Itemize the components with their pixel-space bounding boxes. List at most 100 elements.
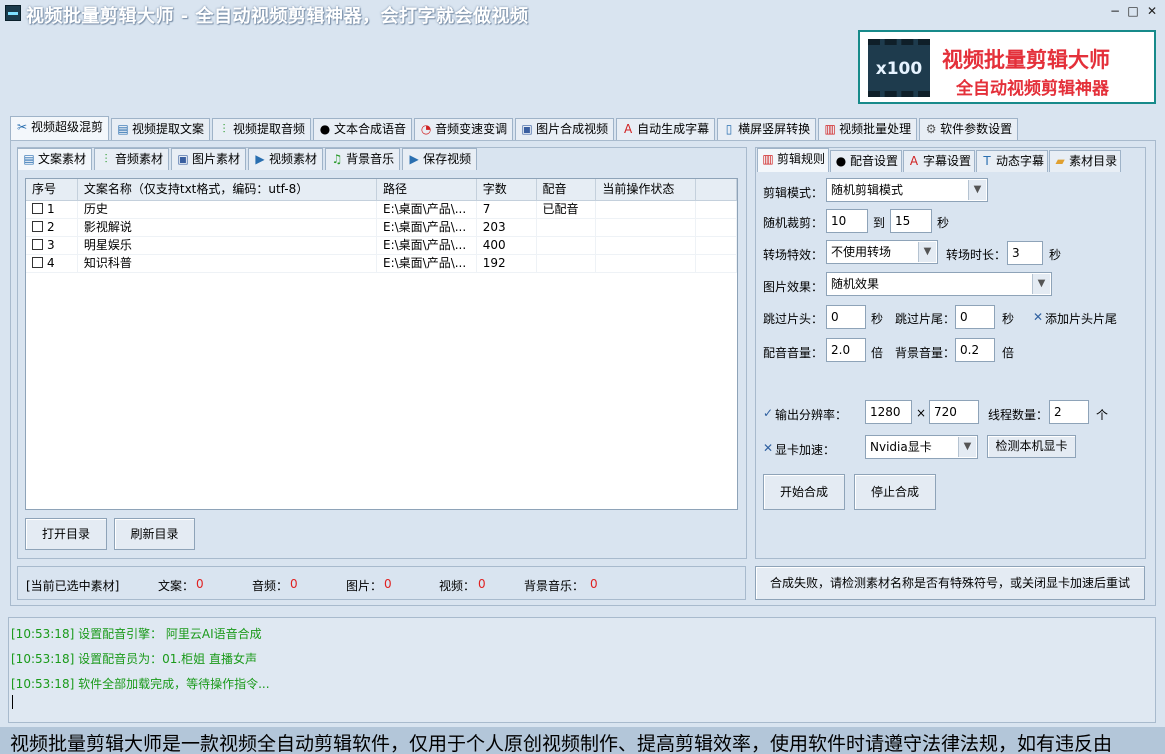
tab-text-to-speech[interactable]: ● 文本合成语音 <box>313 118 413 140</box>
tab-batch-process[interactable]: ▥ 视频批量处理 <box>818 118 918 140</box>
gpu-select[interactable]: Nvidia显卡 ▼ <box>865 435 978 459</box>
tab-bgm[interactable]: ♫ 背景音乐 <box>325 148 401 170</box>
dropdown-arrow-icon[interactable]: ▼ <box>958 437 976 457</box>
row-dub: 已配音 <box>537 201 597 219</box>
dropdown-arrow-icon[interactable]: ▼ <box>918 242 936 262</box>
close-button[interactable]: ✕ <box>1144 3 1160 19</box>
row-count: 400 <box>477 237 537 255</box>
app-icon <box>5 5 21 21</box>
microphone-icon: ● <box>835 154 847 168</box>
image-effect-label: 图片效果： <box>763 280 824 294</box>
tab-screen-rotate[interactable]: ▯ 横屏竖屏转换 <box>717 118 817 140</box>
subtitle-icon: A <box>623 122 633 136</box>
title-bar: 视频批量剪辑大师 - 全自动视频剪辑神器，会打字就会做视频 − □ ✕ <box>0 0 1165 27</box>
output-resolution-checkbox[interactable]: ✓ <box>763 406 773 420</box>
row-checkbox[interactable] <box>32 239 43 250</box>
tab-material-directory[interactable]: ▰ 素材目录 <box>1049 150 1122 172</box>
tab-text-material[interactable]: ▤ 文案素材 <box>17 148 93 170</box>
column-header[interactable]: 文案名称（仅支持txt格式，编码：utf-8） <box>78 179 377 201</box>
tab-settings[interactable]: ⚙ 软件参数设置 <box>919 118 1019 140</box>
tab-label: 视频批量处理 <box>839 122 912 136</box>
column-header[interactable]: 字数 <box>477 179 537 201</box>
tab-label: 软件参数设置 <box>940 122 1013 136</box>
transition-select[interactable]: 不使用转场 ▼ <box>826 240 938 264</box>
film-logo-icon: x100 <box>868 39 930 97</box>
add-head-tail-checkbox[interactable]: ✕ <box>1033 310 1043 324</box>
transition-duration-label: 转场时长： <box>946 248 1007 262</box>
threads-input[interactable]: 2 <box>1049 400 1089 424</box>
row-path: E:\桌面\产品\... <box>377 201 477 219</box>
tab-extract-text[interactable]: ▤ 视频提取文案 <box>111 118 211 140</box>
error-message: 合成失败，请检测素材名称是否有特殊符号，或关闭显卡加速后重试 <box>755 566 1145 600</box>
save-video-icon: ▶ <box>409 152 419 166</box>
image-count: 0 <box>384 577 392 591</box>
video-count: 0 <box>478 577 486 591</box>
film-icon: ▥ <box>824 122 836 136</box>
tab-edit-rules[interactable]: ▥ 剪辑规则 <box>757 148 830 172</box>
tab-auto-subtitle[interactable]: A 自动生成字幕 <box>616 118 716 140</box>
tab-image-to-video[interactable]: ▣ 图片合成视频 <box>515 118 615 140</box>
dropdown-arrow-icon[interactable]: ▼ <box>1032 274 1050 294</box>
minimize-button[interactable]: − <box>1107 3 1123 19</box>
tab-audio-material[interactable]: ⫶ 音频素材 <box>94 148 170 170</box>
table-row[interactable]: 4 知识科普 E:\桌面\产品\... 192 <box>26 255 737 273</box>
gpu-accel-checkbox[interactable]: ✕ <box>763 441 773 455</box>
table-row[interactable]: 2 影视解说 E:\桌面\产品\... 203 <box>26 219 737 237</box>
audio-wave-icon: ⫶ <box>104 152 108 166</box>
tab-extract-audio[interactable]: ⫶ 视频提取音频 <box>212 118 312 140</box>
random-cut-label: 随机裁剪： <box>763 216 824 230</box>
column-header[interactable]: 序号 <box>26 179 78 201</box>
banner-title: 视频批量剪辑大师 <box>942 48 1110 72</box>
table-row[interactable]: 3 明星娱乐 E:\桌面\产品\... 400 <box>26 237 737 255</box>
skip-head-input[interactable]: 0 <box>826 305 866 329</box>
tab-video-mix[interactable]: ✂ 视频超级混剪 <box>10 116 110 140</box>
play-icon: ▶ <box>255 152 265 166</box>
image-effect-select[interactable]: 随机效果 ▼ <box>826 272 1052 296</box>
stop-compose-button[interactable]: 停止合成 <box>854 474 936 510</box>
skip-tail-input[interactable]: 0 <box>955 305 995 329</box>
speedometer-icon: ◔ <box>420 122 432 136</box>
tab-dub-settings[interactable]: ● 配音设置 <box>830 150 903 172</box>
column-header[interactable]: 路径 <box>377 179 477 201</box>
tab-subtitle-settings[interactable]: A 字幕设置 <box>903 150 976 172</box>
resolution-height-input[interactable]: 720 <box>929 400 979 424</box>
row-checkbox[interactable] <box>32 221 43 232</box>
column-header[interactable]: 配音 <box>537 179 597 201</box>
tab-label: 文案素材 <box>38 152 87 166</box>
film-icon: ▥ <box>762 152 774 166</box>
cut-to-input[interactable]: 15 <box>890 209 932 233</box>
maximize-button[interactable]: □ <box>1125 3 1141 19</box>
tab-video-material[interactable]: ▶ 视频素材 <box>248 148 324 170</box>
column-header[interactable]: 当前操作状态 <box>596 179 697 201</box>
tab-image-material[interactable]: ▣ 图片素材 <box>171 148 247 170</box>
folder-icon: ▰ <box>1055 154 1065 168</box>
open-directory-button[interactable]: 打开目录 <box>25 518 107 550</box>
row-number: 1 <box>47 202 55 216</box>
detect-gpu-button[interactable]: 检测本机显卡 <box>987 435 1076 458</box>
cut-from-input[interactable]: 10 <box>826 209 868 233</box>
row-checkbox[interactable] <box>32 257 43 268</box>
row-status <box>596 219 697 237</box>
edit-mode-select[interactable]: 随机剪辑模式 ▼ <box>826 178 988 202</box>
tab-label: 字幕设置 <box>923 154 972 168</box>
dub-volume-input[interactable]: 2.0 <box>826 338 866 362</box>
subtitle-icon: A <box>909 154 919 168</box>
row-name: 影视解说 <box>78 219 377 237</box>
row-path: E:\桌面\产品\... <box>377 219 477 237</box>
tab-label: 视频素材 <box>269 152 318 166</box>
refresh-directory-button[interactable]: 刷新目录 <box>114 518 195 550</box>
log-output[interactable]: [10:53:18] 设置配音引擎： 阿里云AI语音合成 [10:53:18] … <box>8 617 1156 723</box>
tab-dynamic-subtitle[interactable]: T 动态字幕 <box>976 150 1049 172</box>
resolution-width-input[interactable]: 1280 <box>865 400 912 424</box>
cut-to-label: 到 <box>873 216 886 230</box>
row-checkbox[interactable] <box>32 203 43 214</box>
transition-duration-input[interactable]: 3 <box>1007 241 1043 265</box>
cut-unit: 秒 <box>937 216 950 230</box>
dropdown-arrow-icon[interactable]: ▼ <box>968 180 986 200</box>
tab-audio-speed[interactable]: ◔ 音频变速变调 <box>414 118 514 140</box>
bg-volume-input[interactable]: 0.2 <box>955 338 995 362</box>
tab-save-video[interactable]: ▶ 保存视频 <box>402 148 478 170</box>
start-compose-button[interactable]: 开始合成 <box>763 474 845 510</box>
document-icon: ▤ <box>23 152 35 166</box>
table-row[interactable]: 1 历史 E:\桌面\产品\... 7 已配音 <box>26 201 737 219</box>
